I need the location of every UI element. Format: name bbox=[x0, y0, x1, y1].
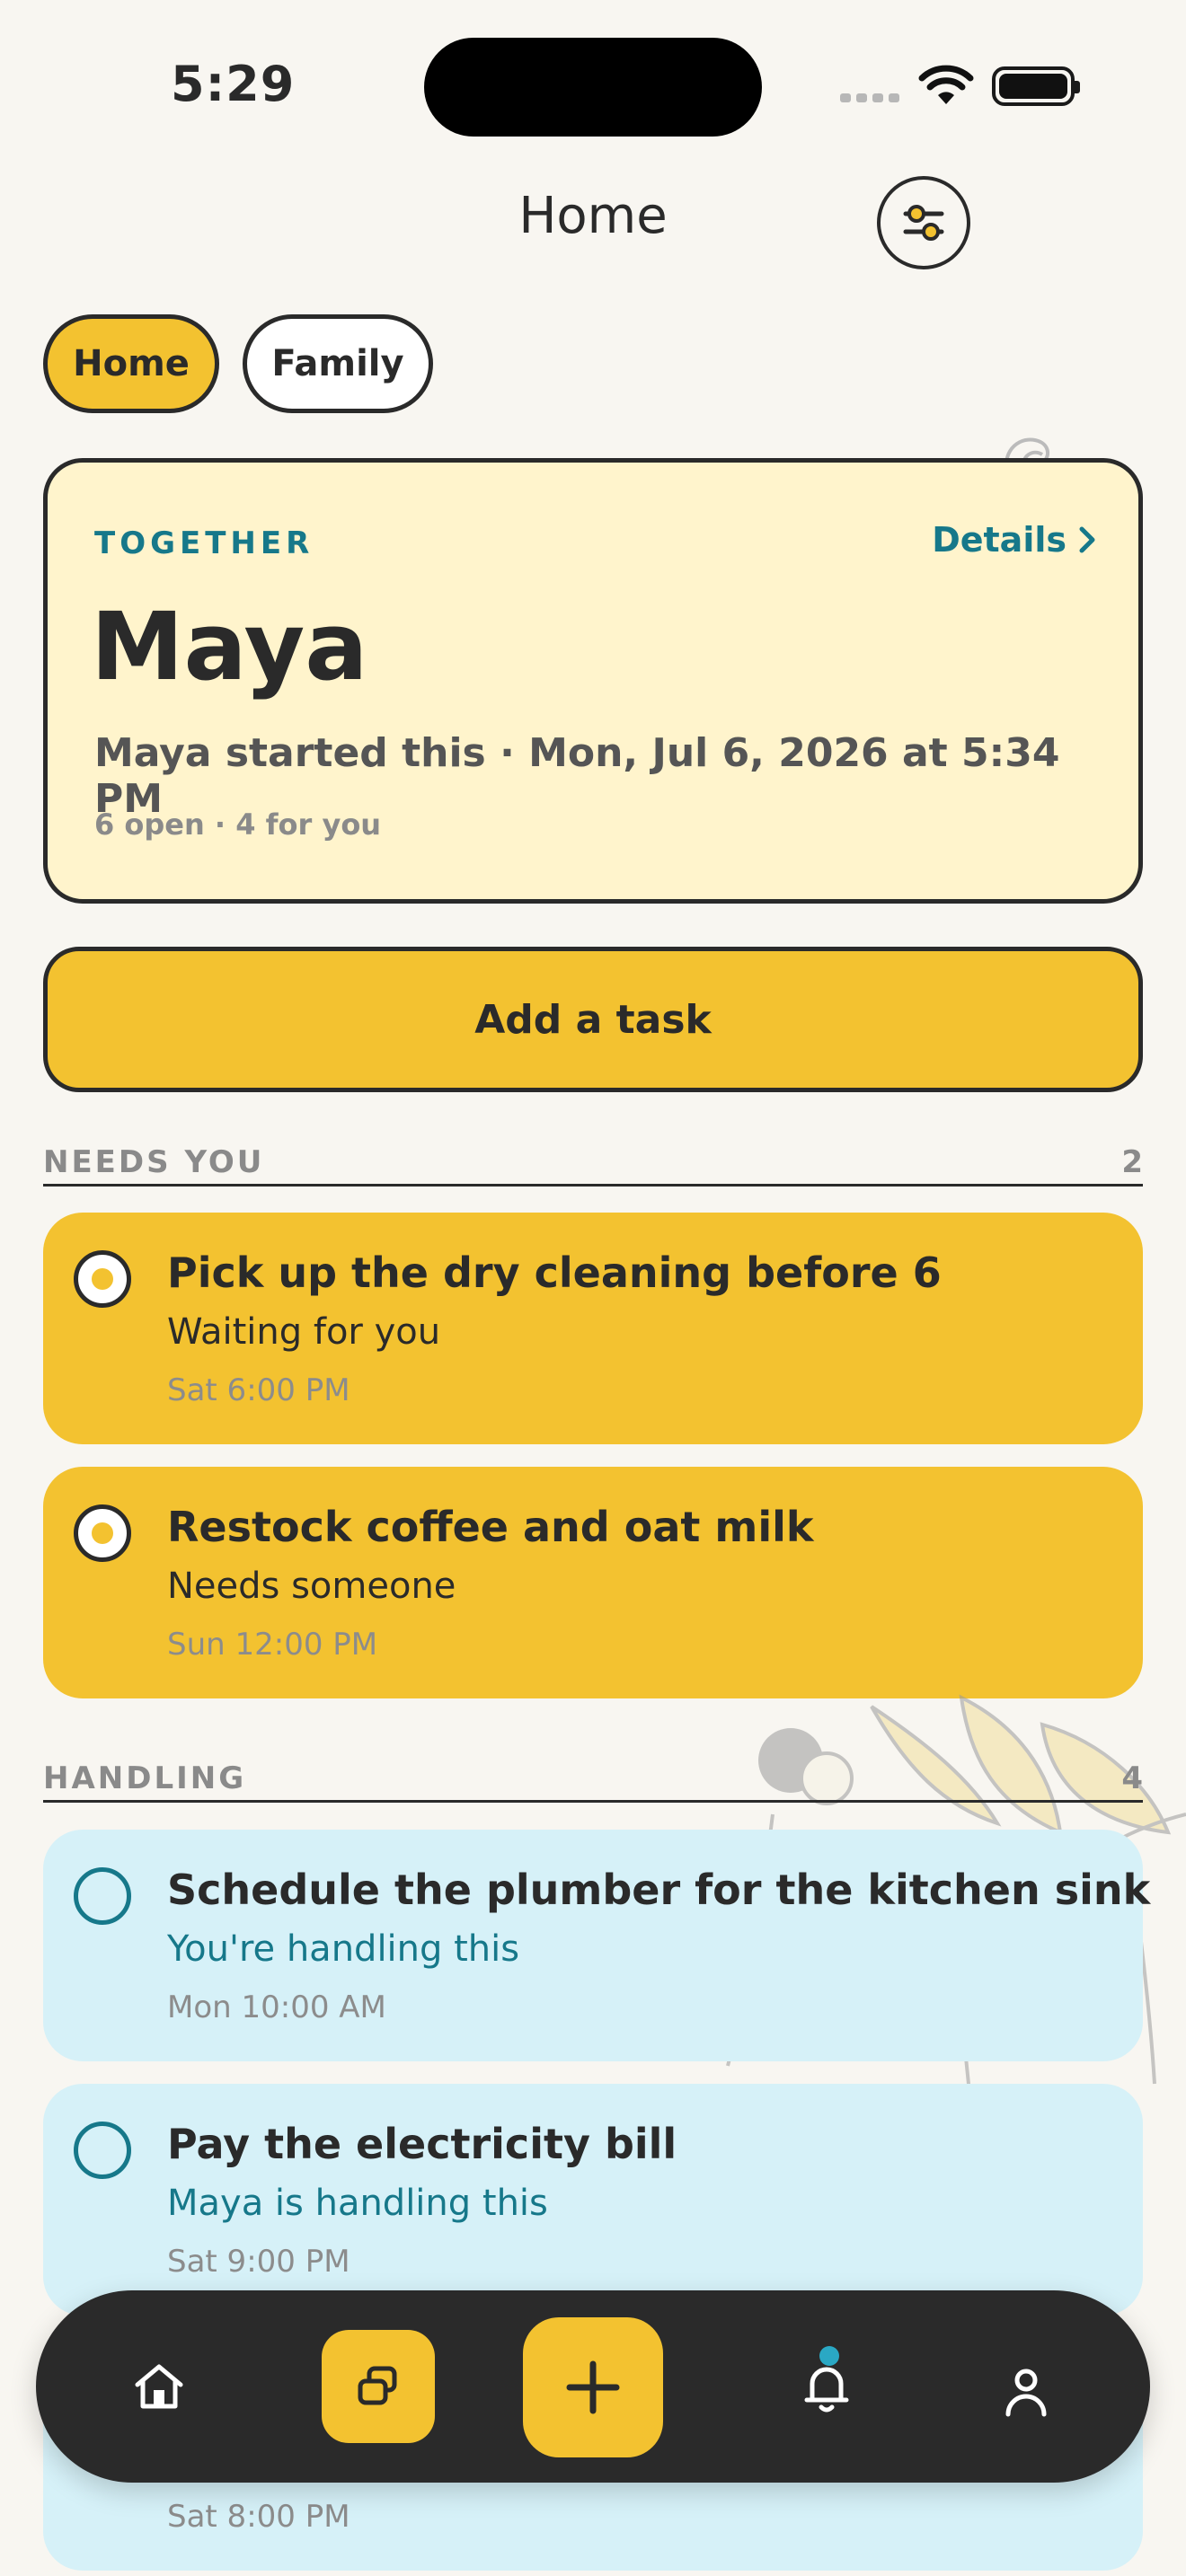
section-count: 4 bbox=[1121, 1760, 1143, 1796]
nav-home-button[interactable] bbox=[119, 2346, 199, 2427]
page-title: Home bbox=[518, 187, 668, 245]
tasks-icon bbox=[358, 2366, 397, 2405]
section-count: 2 bbox=[1121, 1144, 1143, 1180]
nav-tasks-button[interactable] bbox=[322, 2330, 435, 2443]
task-card[interactable]: Pick up the dry cleaning before 6 Waitin… bbox=[43, 1213, 1143, 1444]
task-radio-button[interactable] bbox=[74, 2122, 131, 2179]
task-status: Maya is handling this bbox=[167, 2183, 548, 2224]
task-time: Sun 12:00 PM bbox=[167, 1627, 378, 1663]
bottom-nav-bar bbox=[36, 2290, 1150, 2483]
wifi-icon bbox=[918, 65, 974, 104]
section-header-needs-you: NEEDS YOU 2 bbox=[43, 1134, 1143, 1187]
task-card[interactable]: Pay the electricity bill Maya is handlin… bbox=[43, 2084, 1143, 2316]
task-title: Schedule the plumber for the kitchen sin… bbox=[167, 1866, 1151, 1914]
home-icon bbox=[135, 2364, 183, 2409]
section-label: NEEDS YOU bbox=[43, 1144, 265, 1180]
task-time: Sat 8:00 PM bbox=[167, 2499, 350, 2535]
task-time: Sat 9:00 PM bbox=[167, 2244, 350, 2280]
task-title: Restock coffee and oat milk bbox=[167, 1503, 814, 1551]
task-time: Mon 10:00 AM bbox=[167, 1989, 386, 2025]
add-task-button[interactable]: Add a task bbox=[43, 947, 1143, 1092]
chevron-right-icon bbox=[1079, 526, 1095, 553]
profile-icon bbox=[1005, 2369, 1047, 2417]
card-eyebrow: TOGETHER bbox=[94, 525, 314, 561]
task-title: Pay the electricity bill bbox=[167, 2120, 677, 2168]
dynamic-island bbox=[424, 38, 762, 137]
status-time: 5:29 bbox=[171, 56, 296, 112]
summary-card: TOGETHER Details Maya Maya started this … bbox=[43, 458, 1143, 904]
card-counts: 6 open · 4 for you bbox=[94, 807, 382, 842]
task-radio-button[interactable] bbox=[74, 1504, 131, 1562]
cellular-signal-icon bbox=[840, 93, 899, 102]
task-status: Needs someone bbox=[167, 1566, 456, 1607]
chip-home[interactable]: Home bbox=[43, 314, 219, 413]
task-time: Sat 6:00 PM bbox=[167, 1372, 350, 1408]
nav-profile-button[interactable] bbox=[981, 2346, 1071, 2436]
nav-add-button[interactable] bbox=[523, 2317, 663, 2457]
battery-icon bbox=[992, 66, 1080, 106]
task-radio-button[interactable] bbox=[74, 1250, 131, 1308]
details-label: Details bbox=[932, 520, 1067, 560]
notification-dot bbox=[819, 2346, 839, 2366]
details-link[interactable]: Details bbox=[932, 520, 1097, 560]
task-card[interactable]: Schedule the plumber for the kitchen sin… bbox=[43, 1830, 1150, 2061]
plus-icon bbox=[566, 2360, 620, 2414]
chip-family[interactable]: Family bbox=[243, 314, 433, 413]
section-label: HANDLING bbox=[43, 1760, 247, 1796]
filter-button[interactable] bbox=[877, 176, 970, 269]
task-status: You're handling this bbox=[167, 1928, 520, 1970]
task-radio-button[interactable] bbox=[74, 1867, 131, 1925]
task-title: Pick up the dry cleaning before 6 bbox=[167, 1248, 942, 1297]
section-header-handling: HANDLING 4 bbox=[43, 1750, 1143, 1803]
card-title: Maya bbox=[91, 592, 368, 701]
task-status: Waiting for you bbox=[167, 1311, 441, 1353]
bell-icon bbox=[804, 2367, 849, 2413]
task-card[interactable]: Restock coffee and oat milk Needs someon… bbox=[43, 1467, 1143, 1698]
sliders-icon bbox=[903, 205, 944, 241]
